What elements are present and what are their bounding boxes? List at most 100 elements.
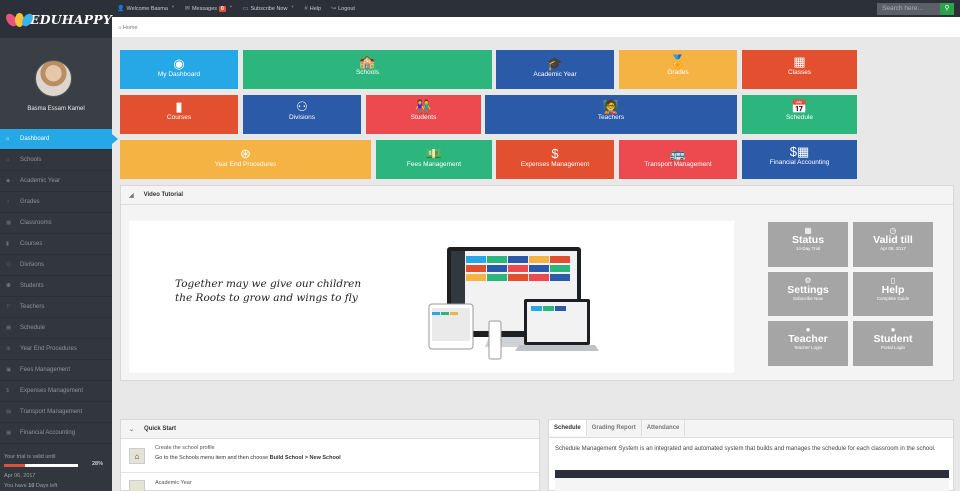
- tile-schedule[interactable]: 📅 Schedule: [742, 95, 857, 134]
- tile-fees-management[interactable]: 💵 Fees Management: [376, 140, 492, 179]
- welcome-menu[interactable]: 👤 Welcome Basma ▼: [117, 4, 175, 12]
- tile-subtitle: Subscribe Now: [792, 296, 824, 301]
- help-label: Help: [309, 5, 322, 12]
- tile-label: Courses: [166, 114, 192, 121]
- calendar-icon: ▦: [6, 325, 12, 331]
- tile-students[interactable]: 👫 Students: [366, 95, 481, 134]
- tile-label: Expenses Management: [520, 161, 590, 168]
- student-portal-tile[interactable]: ● Student Portal Login: [853, 321, 933, 366]
- subscribe-link[interactable]: ▭ Subscribe Now ▼: [243, 4, 295, 12]
- students-icon: ⚉: [6, 283, 11, 289]
- tile-label: Grades: [667, 69, 689, 76]
- sidebar-item-teachers[interactable]: ⚐ Teachers: [0, 297, 112, 318]
- tile-subtitle: Teacher Login: [793, 345, 823, 350]
- sidebar-item-dashboard[interactable]: ⌂ Dashboard: [0, 129, 118, 150]
- panel-header[interactable]: ⌄ Quick Start: [121, 420, 539, 439]
- help-link[interactable]: # Help: [304, 6, 321, 12]
- avatar[interactable]: [35, 60, 72, 97]
- tile-transport-management[interactable]: 🚌 Transport Management: [619, 140, 737, 179]
- trial-info: Your trial is valid until 28% Apr 06, 20…: [0, 454, 112, 489]
- sidebar-item-financial-accounting[interactable]: ▦ Financial Accounting: [0, 423, 112, 444]
- tile-expenses-management[interactable]: $ Expenses Management: [496, 140, 614, 179]
- sidebar-item-transport-management[interactable]: ▤ Transport Management: [0, 402, 112, 423]
- tile-title: Help: [881, 284, 905, 296]
- sidebar-item-schools[interactable]: ⌂ Schools: [0, 150, 112, 171]
- tile-title: Settings: [787, 284, 829, 296]
- sidebar-item-students[interactable]: ⚉ Students: [0, 276, 112, 297]
- sidebar-item-academic-year[interactable]: ◆ Academic Year: [0, 171, 112, 192]
- tab-schedule[interactable]: Schedule: [549, 420, 587, 436]
- schedule-preview-image: [555, 470, 949, 491]
- tile-teachers[interactable]: 🧑‍🏫 Teachers: [485, 95, 737, 134]
- tile-label: Classes: [787, 69, 812, 76]
- tile-academic-year[interactable]: 🎓 Academic Year: [496, 50, 614, 89]
- subscribe-label: Subscribe Now: [250, 5, 288, 12]
- sidebar-item-grades[interactable]: ♁ Grades: [0, 192, 112, 213]
- tile-classes[interactable]: ▦ Classes: [742, 50, 857, 89]
- sidebar-item-label: Year End Procedures: [20, 346, 77, 352]
- tab-grading-report[interactable]: Grading Report: [587, 420, 642, 436]
- sidebar-item-fees-management[interactable]: ▣ Fees Management: [0, 360, 112, 381]
- step2-title: Academic Year: [155, 480, 192, 486]
- tile-grades[interactable]: 🏅 Grades: [619, 50, 737, 89]
- user-icon: 👤: [117, 6, 125, 12]
- schedule-tabs: Schedule Grading Report Attendance: [549, 420, 686, 436]
- profile-section: Basma Essam Kamel: [0, 38, 112, 129]
- teacher-icon: ⚐: [6, 304, 11, 310]
- tile-divisions[interactable]: ⚇ Divisions: [243, 95, 361, 134]
- trial-valid-text: Your trial is valid until: [4, 454, 56, 460]
- graduation-cap-icon: 🎓: [546, 56, 564, 71]
- chevron-down-icon: ⌄: [129, 426, 135, 433]
- tab-attendance[interactable]: Attendance: [642, 420, 686, 436]
- tile-schools[interactable]: 🏫 Schools: [243, 50, 492, 89]
- tile-label: Schedule: [785, 114, 814, 121]
- search-button[interactable]: ⚲: [940, 3, 954, 15]
- messages-badge: 0: [219, 5, 226, 12]
- quick-start-panel: ⌄ Quick Start ⌂ Create the school profile…: [120, 419, 540, 491]
- divider: [121, 472, 539, 473]
- sidebar-item-classrooms[interactable]: ▦ Classrooms: [0, 213, 112, 234]
- tile-subtitle: Apr 06, 2017: [880, 246, 906, 251]
- brand-logo[interactable]: EDUHAPPY: [0, 0, 112, 38]
- sidebar-item-label: Academic Year: [20, 178, 61, 184]
- graduation-cap-icon: ◆: [6, 178, 11, 184]
- sidebar-item-expenses-management[interactable]: $ Expenses Management: [0, 381, 112, 402]
- teacher-icon: 🧑‍🏫: [602, 99, 620, 114]
- status-tile[interactable]: ▦ Status 14-Day Trial: [768, 222, 848, 267]
- teacher-login-tile[interactable]: ● Teacher Teacher Login: [768, 321, 848, 366]
- valid-till-tile[interactable]: ◷ Valid till Apr 06, 2017: [853, 222, 933, 267]
- hash-icon: #: [304, 5, 308, 12]
- sidebar-item-schedule[interactable]: ▦ Schedule: [0, 318, 112, 339]
- dollar-icon: $: [551, 146, 559, 161]
- lotus-logo-icon: [3, 11, 36, 29]
- tile-title: Student: [873, 333, 913, 345]
- tile-my-dashboard[interactable]: ◉ My Dashboard: [120, 50, 238, 89]
- logout-link[interactable]: ↪ Logout: [331, 5, 355, 13]
- classroom-icon: ▦: [793, 54, 806, 69]
- tile-year-end-procedures[interactable]: ⊛ Year End Procedures: [120, 140, 371, 179]
- medal-icon: 🏅: [669, 54, 687, 69]
- dollar-icon: $: [6, 388, 10, 394]
- sidebar-menu: ⌂ Dashboard ⌂ Schools ◆ Academic Year ♁ Grades ▦…: [0, 129, 118, 444]
- trial-date: Apr 06, 2017: [4, 473, 36, 479]
- sidebar-item-label: Students: [20, 283, 44, 289]
- money-icon: ▣: [6, 367, 12, 373]
- search-input[interactable]: Search here...: [877, 3, 940, 15]
- school-icon: ⌂: [6, 157, 10, 163]
- sidebar-item-courses[interactable]: ▮ Courses: [0, 234, 112, 255]
- trial-progress-bar: [4, 464, 78, 467]
- panel-header: ◢ Video Tutorial: [121, 186, 953, 205]
- settings-tile[interactable]: ⚙ Settings Subscribe Now: [768, 272, 848, 316]
- procedures-icon: ⊛: [240, 146, 251, 161]
- sidebar-item-year-end-procedures[interactable]: ⊛ Year End Procedures: [0, 339, 112, 360]
- tile-financial-accounting[interactable]: $▦ Financial Accounting: [742, 140, 857, 179]
- sidebar-item-label: Transport Management: [20, 409, 83, 415]
- messages-menu[interactable]: ✉ Messages 0 ▼: [185, 4, 233, 12]
- tile-courses[interactable]: ▮ Courses: [120, 95, 238, 134]
- breadcrumb-home[interactable]: Home: [123, 25, 138, 31]
- help-tile[interactable]: ▯ Help Complete Guide: [853, 272, 933, 316]
- welcome-label: Welcome Basma: [126, 5, 168, 12]
- quote-line-2: the Roots to grow and wings to fly: [175, 292, 358, 304]
- sidebar-item-divisions[interactable]: ⚇ Divisions: [0, 255, 112, 276]
- students-icon: 👫: [415, 99, 432, 114]
